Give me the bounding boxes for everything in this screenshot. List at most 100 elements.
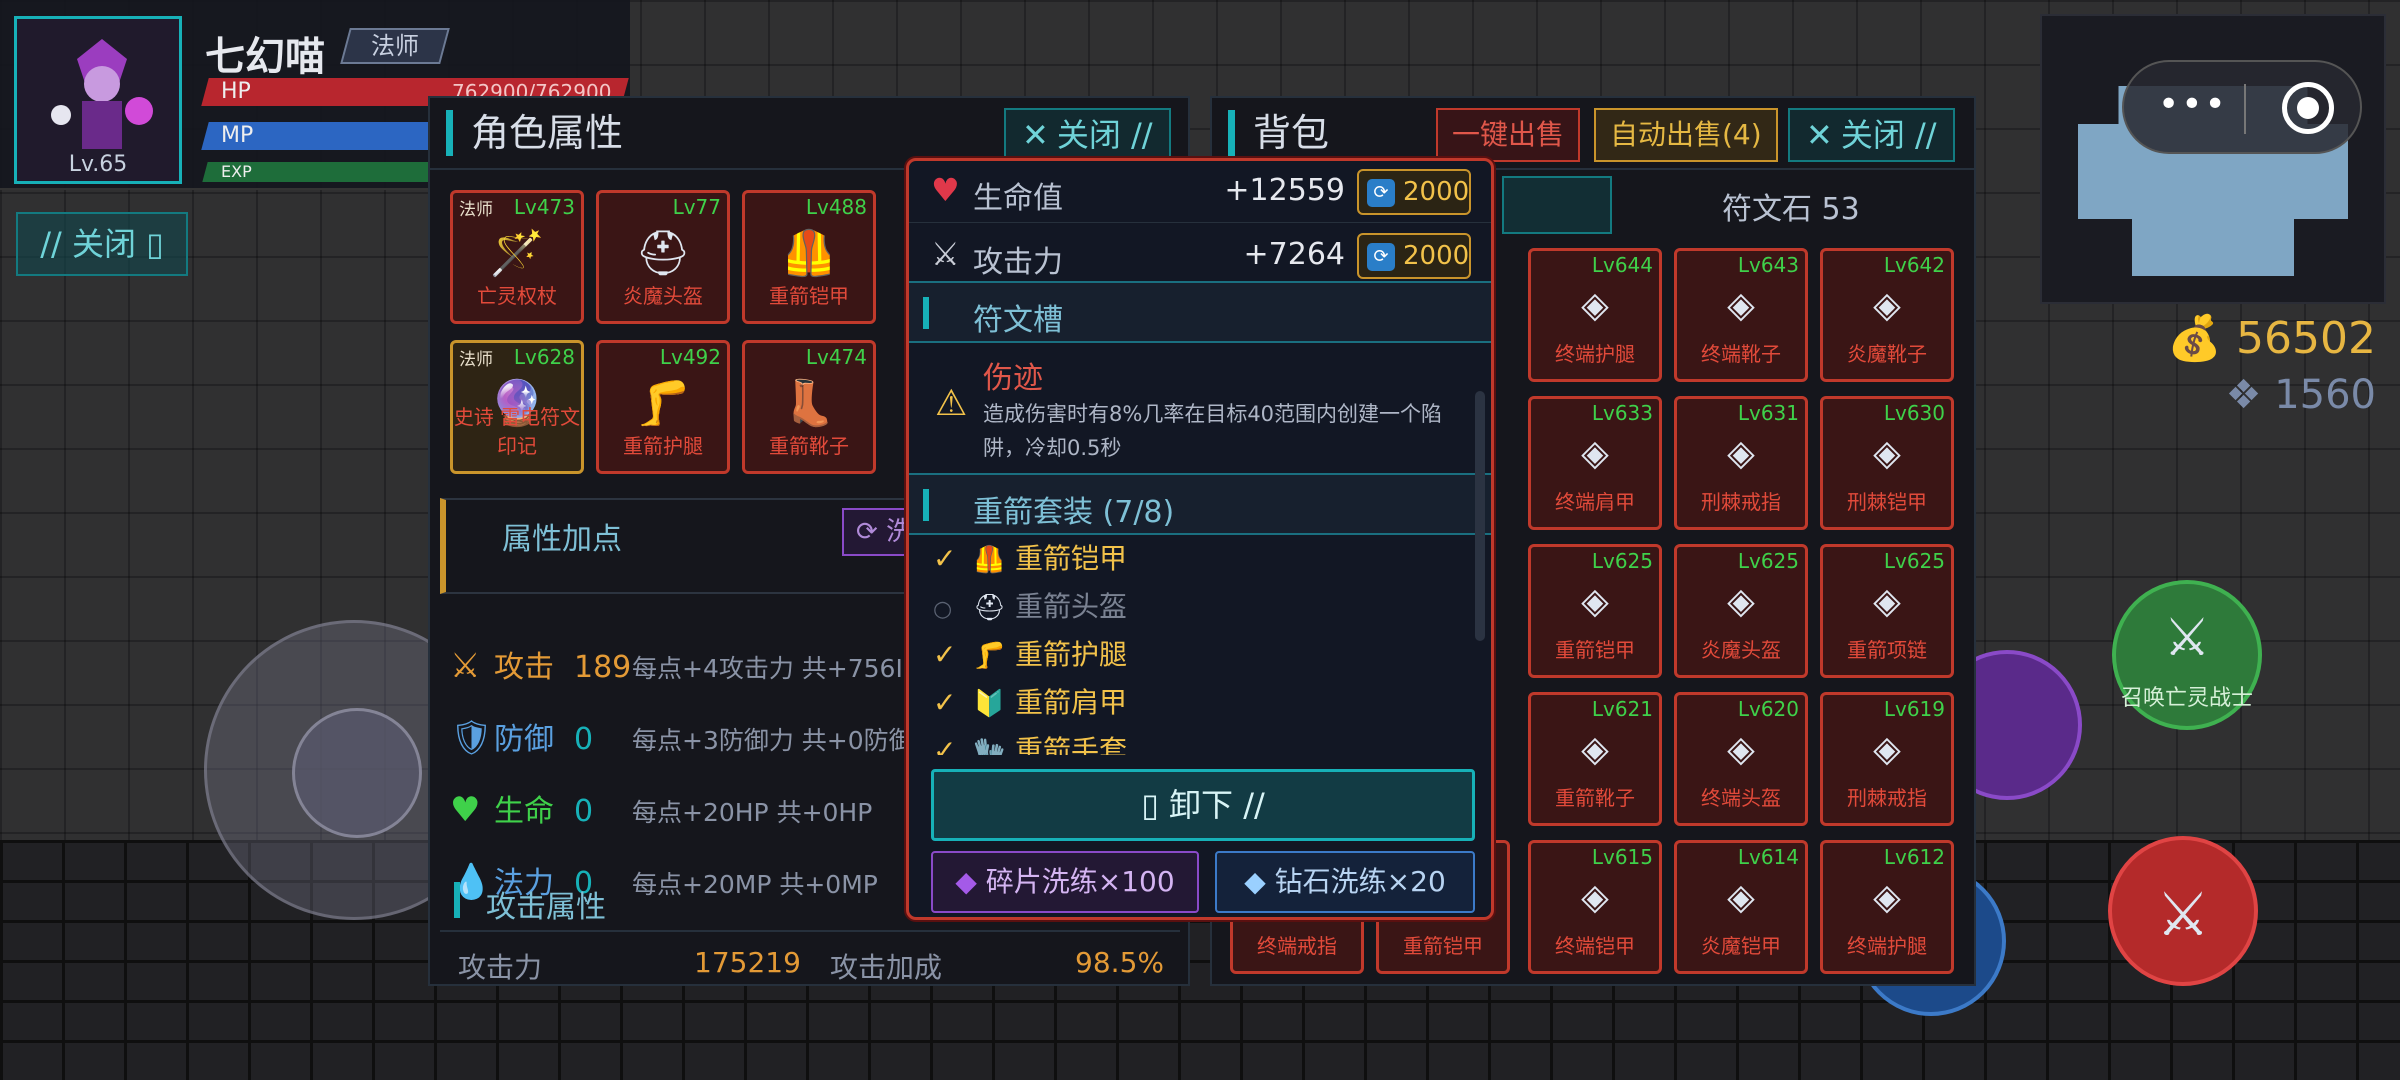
attr-close-button[interactable]: ✕ 关闭 // [1004,108,1171,162]
bag-item-slot[interactable]: Lv625 ◈ 炎魔头盔 [1674,544,1808,678]
bag-item-slot[interactable]: Lv615 ◈ 终端铠甲 [1528,840,1662,974]
slot-level: Lv492 [659,345,721,369]
player-name: 七幻喵 [205,34,325,80]
slot-item-name: 刑棘戒指 [1701,490,1781,514]
bag-close-button[interactable]: ✕ 关闭 // [1788,108,1955,162]
stat-row[interactable]: ⚔ 攻击 189每点+4攻击力 共+756I [450,634,903,698]
attack-button[interactable]: ⚔ [2108,836,2258,986]
minimap[interactable] [2040,14,2386,304]
bag-item-slot[interactable]: Lv644 ◈ 终端护腿 [1528,248,1662,382]
slot-item-name: 炎魔靴子 [1847,342,1927,366]
stat-value: 0 [574,722,594,757]
summon-skill-button[interactable]: ⚔ 召唤亡灵战士 [2112,580,2262,730]
stat-row[interactable]: ♥ 生命 0 每点+20HP 共+0HP [450,778,872,842]
shard-refine-button[interactable]: ◆ 碎片洗练×100 [931,851,1199,913]
slot-level: Lv488 [805,195,867,219]
attack-power-value: 175219 [694,946,801,979]
player-level: Lv.65 [68,152,128,177]
bag-close-label: 关闭 [1840,116,1905,154]
bag-item-slot[interactable]: Lv612 ◈ 终端护腿 [1820,840,1954,974]
player-class-badge: 法师 [340,28,450,64]
unequip-button[interactable]: ▯ 卸下 // [931,769,1475,841]
slot-class-tag: 法师 [459,200,493,220]
slot-item-name: 史诗 雷电符文印记 [453,405,581,458]
bag-tab[interactable] [1502,176,1612,234]
stat-row[interactable]: 🛡防御 0 每点+3防御力 共+0防御 [450,706,914,770]
mage-portrait-icon [51,39,153,149]
stat-value: 0 [574,794,594,829]
slot-level: Lv643 [1737,253,1799,277]
bag-title: 背包 [1228,110,1329,156]
slot-item-name: 刑棘戒指 [1847,786,1927,810]
slot-level: Lv625 [1591,549,1653,573]
equipment-slot[interactable]: 法师 Lv473 🪄 亡灵权杖 [450,190,584,324]
diamond-counter: ❖ 1560 [2225,372,2376,418]
item-icon: ◈ [1873,285,1901,326]
set-item-row: ✓ 🔰 重箭肩甲 [933,679,1127,727]
bag-item-slot[interactable]: Lv621 ◈ 重箭靴子 [1528,692,1662,826]
slot-item-name: 重箭铠甲 [1403,934,1483,958]
equipment-slot[interactable]: 法师 Lv628 🔮 史诗 雷电符文印记 [450,340,584,474]
diamond-value: 1560 [2274,372,2376,418]
slot-item-name: 重箭护腿 [623,434,703,458]
helmet-icon: ⛑ [973,593,1007,623]
slot-level: Lv620 [1737,697,1799,721]
attr-close-label: 关闭 [1056,116,1121,154]
panel-title: 角色属性 [446,110,623,156]
bag-item-slot[interactable]: Lv625 ◈ 重箭项链 [1820,544,1954,678]
joystick-knob[interactable] [292,708,422,838]
stat-description: 每点+4攻击力 共+756I [632,654,903,683]
bag-item-slot[interactable]: Lv619 ◈ 刑棘戒指 [1820,692,1954,826]
item-icon: ◈ [1581,877,1609,918]
auto-sell-button[interactable]: 自动出售(4) [1594,108,1778,162]
slot-item-name: 重箭靴子 [769,434,849,458]
item-icon: ◈ [1873,729,1901,770]
set-item-name: 重箭铠甲 [1015,542,1128,575]
slot-item-name: 炎魔铠甲 [1701,934,1781,958]
greaves-icon: 🦵 [635,378,691,429]
slot-item-name: 终端肩甲 [1555,490,1635,514]
slot-level: Lv642 [1883,253,1945,277]
shard-refine-label: 碎片洗练×100 [985,865,1175,898]
slot-item-name: 炎魔头盔 [623,284,703,308]
side-close-button[interactable]: // 关闭 ▯ [16,212,188,276]
close-target-icon[interactable] [2282,82,2334,134]
slot-level: Lv630 [1883,401,1945,425]
check-icon: ✓ [933,542,957,575]
bag-item-slot[interactable]: Lv642 ◈ 炎魔靴子 [1820,248,1954,382]
more-icon[interactable]: ••• [2158,84,2228,125]
item-icon: ◈ [1581,729,1609,770]
bag-item-slot[interactable]: Lv614 ◈ 炎魔铠甲 [1674,840,1808,974]
bag-item-slot[interactable]: Lv631 ◈ 刑棘戒指 [1674,396,1808,530]
slot-level: Lv625 [1883,549,1945,573]
popup-scrollbar[interactable] [1475,391,1485,641]
shard-icon: ◆ [955,865,977,898]
slot-item-name: 终端靴子 [1701,342,1781,366]
bag-item-slot[interactable]: Lv633 ◈ 终端肩甲 [1528,396,1662,530]
bag-item-slot[interactable]: Lv630 ◈ 刑棘铠甲 [1820,396,1954,530]
avatar[interactable]: Lv.65 [14,16,182,184]
set-item-list: ✓ 🦺 重箭铠甲 ○ ⛑ 重箭头盔 ✓ 🦵 重箭护腿 ✓ 🔰 重箭肩甲 ✓ 🧤 重箭手套 [909,161,1491,755]
equipment-slot[interactable]: Lv474 👢 重箭靴子 [742,340,876,474]
item-icon: ◈ [1727,877,1755,918]
bag-item-slot[interactable]: Lv643 ◈ 终端靴子 [1674,248,1808,382]
check-icon: ✓ [933,734,957,755]
unequip-label: 卸下 [1169,786,1234,824]
slot-level: Lv644 [1591,253,1653,277]
sell-all-button[interactable]: 一键出售 [1436,108,1581,162]
bag-item-slot[interactable]: Lv625 ◈ 重箭铠甲 [1528,544,1662,678]
slot-item-name: 重箭项链 [1847,638,1927,662]
set-item-row: ✓ 🧤 重箭手套 [933,727,1127,755]
set-item-row: ✓ 🦺 重箭铠甲 [933,535,1127,583]
equipment-slot[interactable]: Lv492 🦵 重箭护腿 [596,340,730,474]
item-icon: ◈ [1873,877,1901,918]
diamond-refine-button[interactable]: ◆ 钻石洗练×20 [1215,851,1475,913]
set-item-row: ✓ 🦵 重箭护腿 [933,631,1127,679]
hp-label: HP [221,79,251,104]
mini-program-capsule[interactable]: ••• [2122,60,2362,154]
bag-item-slot[interactable]: Lv620 ◈ 终端头盔 [1674,692,1808,826]
equipment-slot[interactable]: Lv488 🦺 重箭铠甲 [742,190,876,324]
stat-name: 防御 [494,722,554,757]
capsule-divider [2244,84,2246,134]
equipment-slot[interactable]: Lv77 ⛑ 炎魔头盔 [596,190,730,324]
